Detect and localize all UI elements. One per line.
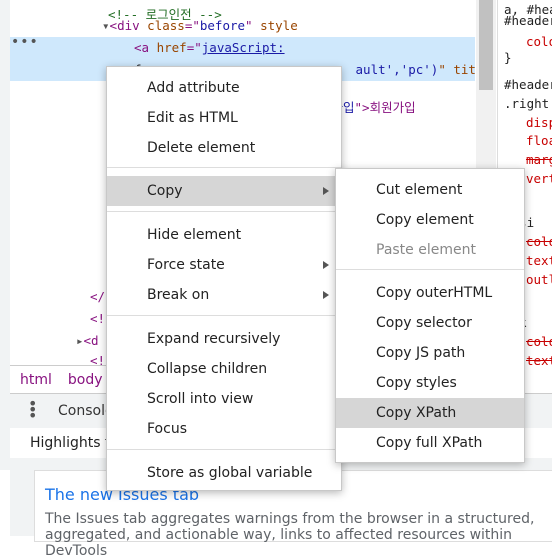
submenu-item-paste-element: Paste element xyxy=(376,242,476,258)
submenu-arrow-icon xyxy=(323,187,329,195)
style-line[interactable]: colo xyxy=(526,32,552,52)
style-line[interactable]: colo xyxy=(526,332,552,352)
menu-separator xyxy=(336,269,524,270)
issues-description: The Issues tab aggregates warnings from … xyxy=(45,511,535,559)
expand-triangle-icon[interactable]: ▾ xyxy=(102,18,110,33)
copy-submenu: Cut element Copy element Paste element C… xyxy=(335,168,525,463)
style-line[interactable]: #header xyxy=(504,11,552,31)
highlights-label: Highlights f xyxy=(30,435,110,451)
attr-eq: =" xyxy=(186,40,202,55)
menu-item-delete-element[interactable]: Delete element xyxy=(107,133,341,163)
tag-fragment: <! xyxy=(90,353,106,365)
attr-close-quote: " xyxy=(245,18,253,33)
breadcrumb-body[interactable]: body xyxy=(68,372,103,388)
menu-separator xyxy=(107,167,341,168)
text-tail: ">회원가입 xyxy=(354,100,416,115)
submenu-item-copy-selector[interactable]: Copy selector xyxy=(336,308,524,338)
attr-value: before xyxy=(199,18,246,33)
style-line[interactable]: marg xyxy=(526,150,552,170)
attr-rest: style xyxy=(252,18,298,33)
menu-item-copy[interactable]: Copy xyxy=(107,176,341,206)
kebab-menu-icon[interactable]: • • • xyxy=(28,396,37,424)
menu-item-collapse-children[interactable]: Collapse children xyxy=(107,354,341,384)
submenu-item-copy-outerhtml[interactable]: Copy outerHTML xyxy=(336,278,524,308)
tag-fragment: </ xyxy=(90,289,106,304)
style-line[interactable]: outl xyxy=(526,270,552,290)
href-link[interactable]: javaScript: xyxy=(202,40,285,55)
attr-name: href xyxy=(156,40,187,55)
menu-item-break-on[interactable]: Break on xyxy=(107,280,341,310)
tag-open: < xyxy=(134,40,142,55)
style-line[interactable]: disp xyxy=(526,113,552,133)
submenu-item-copy-js-path[interactable]: Copy JS path xyxy=(336,338,524,368)
context-menu: Add attribute Edit as HTML Delete elemen… xyxy=(106,66,342,491)
attr-eq: =" xyxy=(184,18,200,33)
tree-line-a-selected[interactable]: <a href="javaScript: xyxy=(10,37,475,59)
attr-rest: " title= xyxy=(438,62,475,77)
tag-open: < xyxy=(109,18,118,33)
menu-item-force-state[interactable]: Force state xyxy=(107,250,341,280)
tag-name: div xyxy=(117,18,140,33)
menu-item-edit-as-html[interactable]: Edit as HTML xyxy=(107,103,341,133)
attr-value-frag: ault','pc') xyxy=(355,62,439,77)
breadcrumb-html[interactable]: html xyxy=(20,372,52,388)
expand-triangle-icon[interactable]: ▸ xyxy=(76,333,84,348)
attr-name: class xyxy=(147,18,185,33)
style-line[interactable]: .right xyxy=(504,94,549,114)
scrollbar-thumb[interactable] xyxy=(479,0,493,90)
more-dots-icon[interactable]: ••• xyxy=(11,34,39,50)
submenu-item-cut-element[interactable]: Cut element xyxy=(336,175,524,205)
submenu-item-copy-element[interactable]: Copy element xyxy=(336,205,524,235)
style-line[interactable]: #header xyxy=(504,75,552,95)
menu-item-hide-element[interactable]: Hide element xyxy=(107,220,341,250)
style-line[interactable]: colo xyxy=(526,232,552,252)
menu-item-scroll-into-view[interactable]: Scroll into view xyxy=(107,384,341,414)
style-line[interactable]: vert xyxy=(526,169,552,189)
menu-item-store-as-global-variable[interactable]: Store as global variable xyxy=(107,458,341,488)
menu-separator xyxy=(107,449,341,450)
left-gutter xyxy=(0,0,10,470)
style-line[interactable]: floa xyxy=(526,131,552,151)
tag-name: a xyxy=(141,40,150,55)
submenu-item-copy-xpath[interactable]: Copy XPath xyxy=(336,398,524,428)
style-line[interactable]: } xyxy=(504,48,512,68)
menu-item-focus[interactable]: Focus xyxy=(107,414,341,444)
style-line[interactable]: text xyxy=(526,251,552,271)
submenu-item-copy-styles[interactable]: Copy styles xyxy=(336,368,524,398)
tag-fragment: <! xyxy=(90,311,106,326)
menu-separator xyxy=(107,315,341,316)
tree-line-div-before[interactable]: ▾<div class="before" style xyxy=(10,15,475,37)
menu-separator xyxy=(107,211,341,212)
style-line[interactable]: text xyxy=(526,351,552,371)
submenu-arrow-icon xyxy=(323,261,329,269)
menu-item-add-attribute[interactable]: Add attribute xyxy=(107,73,341,103)
menu-item-expand-recursively[interactable]: Expand recursively xyxy=(107,324,341,354)
tag-fragment: <d xyxy=(83,333,99,348)
submenu-arrow-icon xyxy=(323,291,329,299)
submenu-item-copy-full-xpath[interactable]: Copy full XPath xyxy=(336,428,524,458)
